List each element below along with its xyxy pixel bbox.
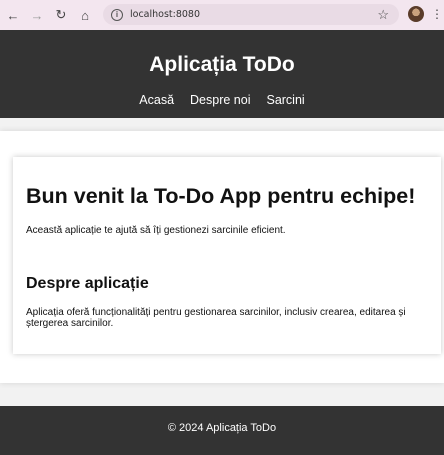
- site-title: Aplicația ToDo: [149, 53, 295, 76]
- browser-toolbar: ← → ↻ ⌂ i localhost:8080 ☆ ⋮: [0, 0, 444, 30]
- welcome-card: Bun venit la To-Do App pentru echipe! Ac…: [13, 157, 441, 354]
- avatar[interactable]: [408, 6, 424, 22]
- info-icon[interactable]: i: [111, 8, 123, 21]
- site-header: Aplicația ToDo Acasă Despre noi Sarcini: [0, 30, 444, 118]
- nav-link-home[interactable]: Acasă: [139, 93, 174, 107]
- nav-link-tasks[interactable]: Sarcini: [266, 93, 304, 107]
- about-heading: Despre aplicație: [26, 275, 149, 292]
- arrow-right-icon[interactable]: →: [27, 5, 47, 25]
- intro-text: Această aplicație te ajută să îți gestio…: [26, 225, 286, 236]
- nav-link-about[interactable]: Despre noi: [190, 93, 250, 107]
- arrow-left-icon[interactable]: ←: [3, 5, 23, 25]
- address-bar[interactable]: i localhost:8080 ☆: [103, 4, 399, 25]
- site-nav: Acasă Despre noi Sarcini: [0, 93, 444, 107]
- about-text: Aplicația oferă funcționalități pentru g…: [26, 307, 406, 329]
- welcome-heading: Bun venit la To-Do App pentru echipe!: [26, 184, 416, 208]
- kebab-menu-icon[interactable]: ⋮: [431, 6, 443, 22]
- url-text[interactable]: localhost:8080: [130, 9, 200, 20]
- home-icon[interactable]: ⌂: [75, 5, 95, 25]
- site-footer: © 2024 Aplicația ToDo: [0, 406, 444, 455]
- reload-icon[interactable]: ↻: [51, 5, 71, 25]
- star-icon[interactable]: ☆: [377, 7, 389, 23]
- footer-copyright: © 2024 Aplicația ToDo: [167, 422, 277, 434]
